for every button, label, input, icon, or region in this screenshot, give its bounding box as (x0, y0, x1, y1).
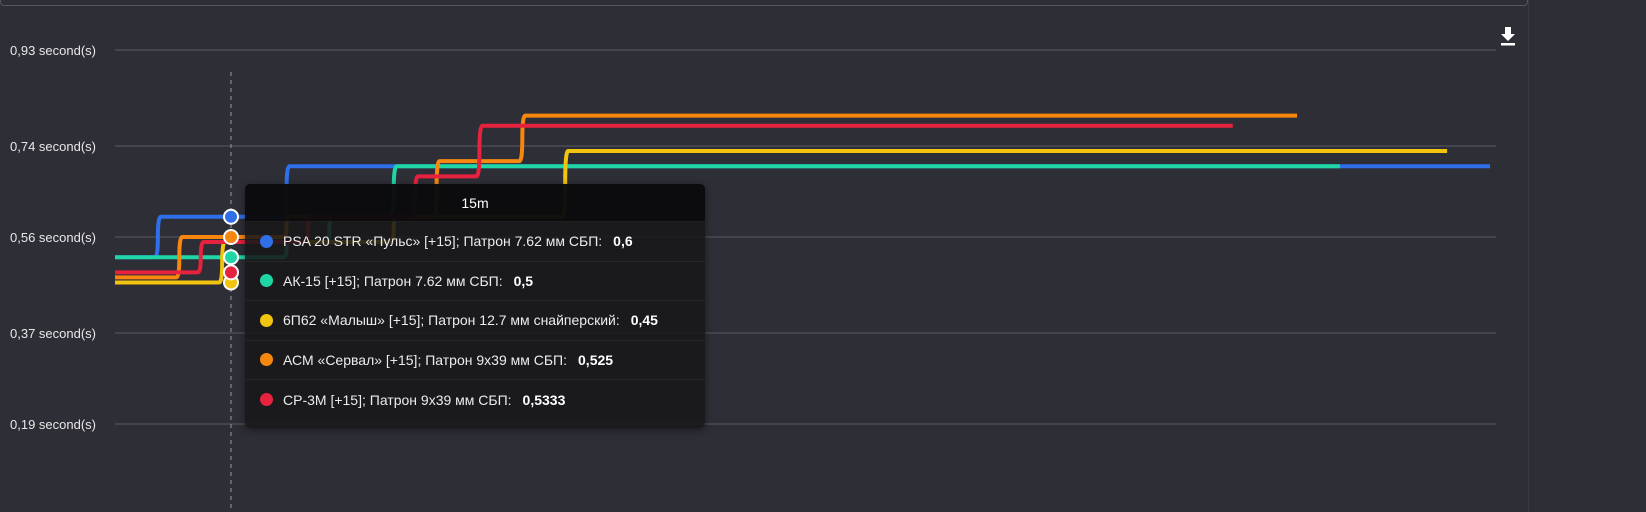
tooltip-row: АК-15 [+15]; Патрон 7.62 мм СБП: 0,5 (245, 262, 705, 301)
y-tick-label: 0,37 second(s) (10, 326, 96, 341)
tooltip-series-name: АСМ «Сервал» [+15]; Патрон 9x39 мм СБП: (283, 351, 568, 368)
hover-marker-4 (223, 264, 239, 281)
tooltip-series-value: 0,525 (578, 351, 614, 368)
tooltip-series-value: 0,45 (630, 312, 658, 329)
y-tick-label: 0,19 second(s) (10, 417, 96, 432)
tooltip-row: 6П62 «Малыш» [+15]; Патрон 12.7 мм снайп… (245, 301, 705, 341)
y-tick-label: 0,56 second(s) (10, 230, 96, 245)
tooltip-row: PSA 20 STR «Пульс» [+15]; Патрон 7.62 мм… (245, 222, 705, 262)
chart-tooltip: 15m PSA 20 STR «Пульс» [+15]; Патрон 7.6… (245, 184, 705, 428)
series-color-dot (260, 274, 273, 288)
y-tick-label: 0,93 second(s) (10, 43, 96, 58)
hover-marker-3 (223, 228, 239, 245)
series-color-dot (260, 393, 273, 407)
series-color-dot (260, 313, 273, 327)
tooltip-rows: PSA 20 STR «Пульс» [+15]; Патрон 7.62 мм… (245, 222, 705, 420)
tooltip-row: АСМ «Сервал» [+15]; Патрон 9x39 мм СБП: 0… (245, 341, 705, 380)
hover-marker-1 (223, 249, 239, 266)
tooltip-series-name: СР-3М [+15]; Патрон 9x39 мм СБП: (283, 391, 512, 408)
step-line-chart: 0,93 second(s) 0,74 second(s) 0,56 second(… (10, 43, 1496, 512)
tooltip-title: 15m (245, 184, 705, 222)
tooltip-series-name: PSA 20 STR «Пульс» [+15]; Патрон 7.62 мм… (283, 233, 603, 250)
tooltip-series-name: АК-15 [+15]; Патрон 7.62 мм СБП: (283, 272, 503, 289)
tooltip-series-name: 6П62 «Малыш» [+15]; Патрон 12.7 мм снайп… (283, 312, 620, 329)
y-axis: 0,93 second(s) 0,74 second(s) 0,56 second(… (10, 43, 96, 432)
tooltip-series-value: 0,5333 (522, 391, 566, 408)
hover-markers (223, 208, 239, 291)
tooltip-series-value: 0,6 (613, 233, 633, 250)
y-tick-label: 0,74 second(s) (10, 139, 96, 154)
series-color-dot (260, 353, 273, 367)
tooltip-row: СР-3М [+15]; Патрон 9x39 мм СБП: 0,5333 (245, 380, 705, 420)
series-color-dot (260, 234, 273, 248)
tooltip-series-value: 0,5 (513, 272, 534, 289)
panel-divider (1528, 0, 1529, 512)
hover-marker-0 (223, 208, 239, 225)
